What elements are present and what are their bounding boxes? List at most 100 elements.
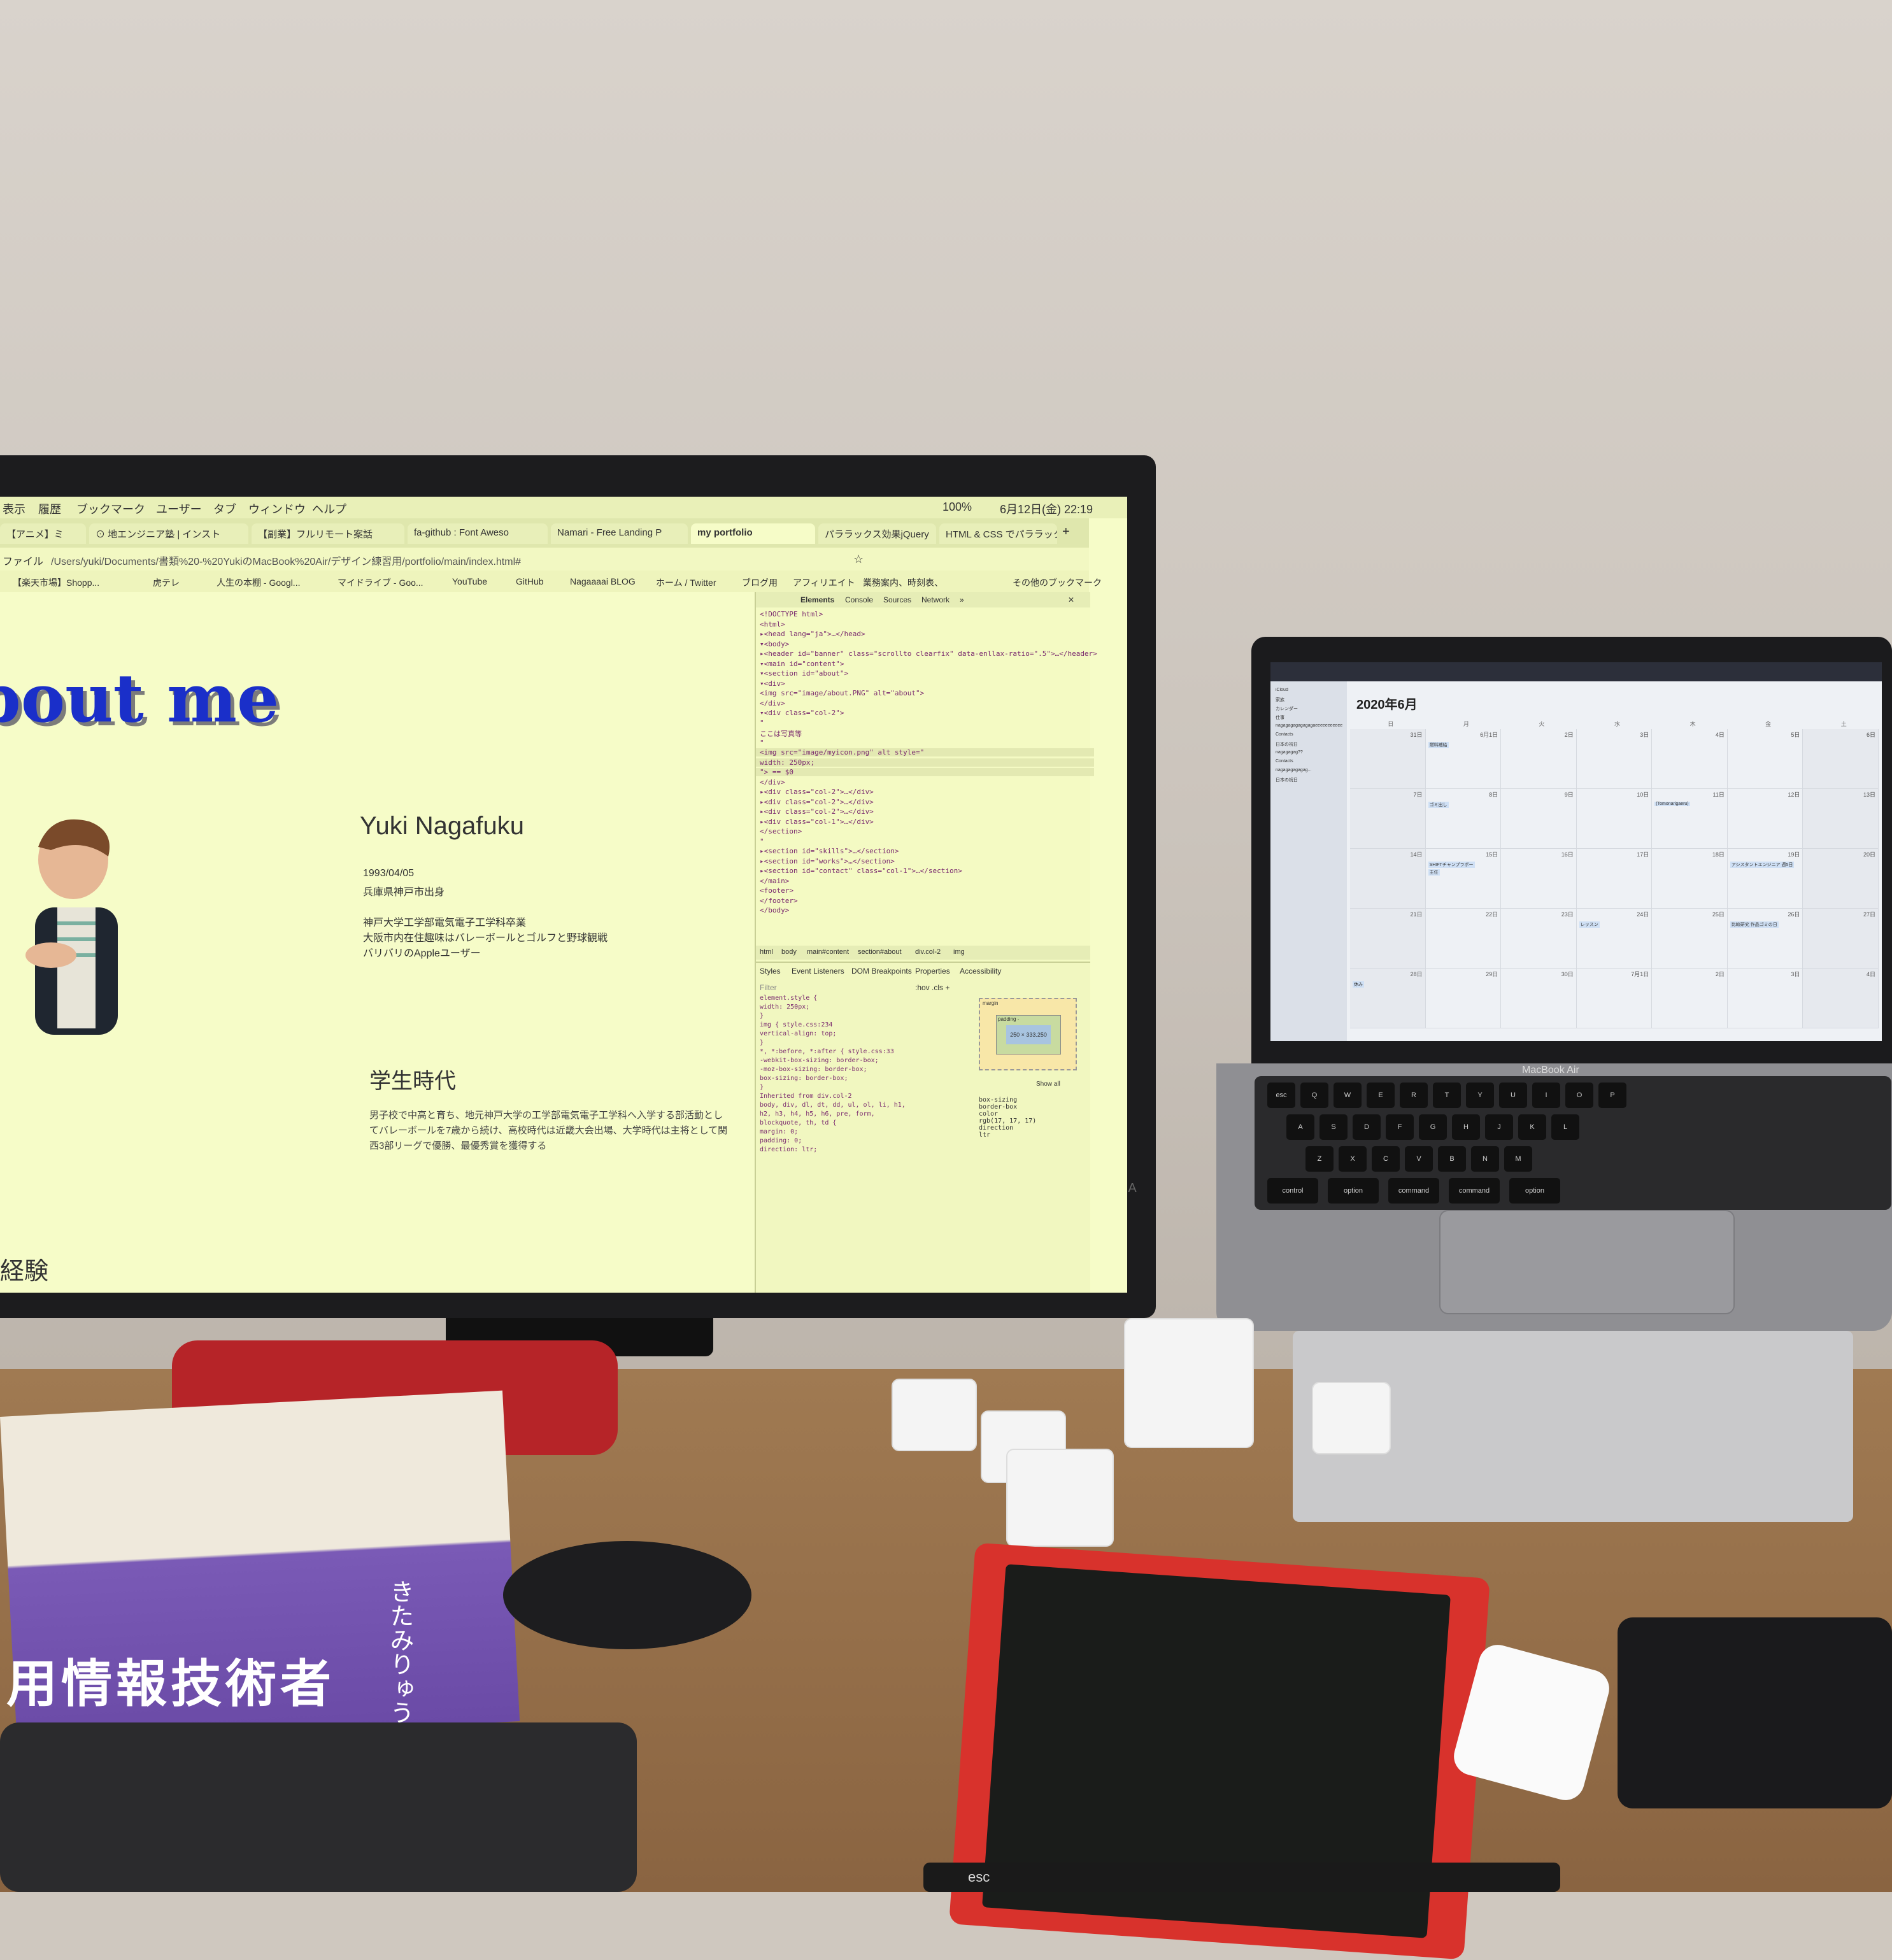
keyboard-key[interactable]: X: [1339, 1146, 1367, 1172]
tab-dom-breakpoints[interactable]: DOM Breakpoints: [851, 967, 912, 976]
calendar-day-cell[interactable]: 9日: [1501, 789, 1577, 849]
keyboard-key[interactable]: W: [1334, 1083, 1362, 1108]
dom-node-line[interactable]: </footer>: [760, 897, 798, 905]
bookmark-folder[interactable]: アフィリエイト: [793, 576, 855, 589]
style-rule-line[interactable]: blockquote, th, td {: [760, 1119, 836, 1126]
dom-node-line[interactable]: ▸<div class="col-2">…</div>: [760, 807, 874, 816]
style-rule-line[interactable]: -moz-box-sizing: border-box;: [760, 1066, 867, 1073]
computed-prop[interactable]: direction: [979, 1125, 1036, 1132]
keyboard-key[interactable]: U: [1499, 1083, 1527, 1108]
keyboard-key[interactable]: D: [1353, 1114, 1381, 1140]
dom-node-line[interactable]: ": [760, 739, 764, 747]
calendar-day-cell[interactable]: 25日: [1652, 909, 1728, 969]
tab-styles[interactable]: Styles: [760, 967, 781, 976]
style-rule-line[interactable]: width: 250px;: [760, 1004, 809, 1011]
dom-node-line[interactable]: width: 250px;: [756, 758, 1094, 767]
style-rule-line[interactable]: padding: 0;: [760, 1137, 802, 1144]
bookmark[interactable]: 虎テレ: [153, 576, 180, 589]
calendar-event[interactable]: アシスタントエンジニア 週5日: [1730, 862, 1795, 868]
keyboard-key[interactable]: P: [1598, 1083, 1626, 1108]
show-all-checkbox[interactable]: Show all: [1036, 1081, 1060, 1088]
breadcrumb[interactable]: main#content: [807, 948, 849, 956]
calendar-day-cell[interactable]: 18日: [1652, 849, 1728, 909]
calendar-list-item[interactable]: nagagagagagagagaeeeeeeeeeee: [1276, 723, 1346, 728]
menu-item[interactable]: ヘルプ: [312, 501, 346, 517]
keyboard-key[interactable]: R: [1400, 1083, 1428, 1108]
calendar-day-cell[interactable]: 6月1日: [1425, 729, 1502, 789]
styles-filter-input[interactable]: Filter: [760, 983, 777, 992]
calendar-day-cell[interactable]: 19日: [1727, 849, 1803, 909]
new-tab-icon[interactable]: +: [1062, 525, 1070, 539]
calendar-day-cell[interactable]: 2日: [1652, 969, 1728, 1028]
dom-node-line[interactable]: ▾<div>: [760, 679, 785, 688]
bookmark[interactable]: Nagaaaai BLOG: [570, 576, 636, 586]
style-rule-line[interactable]: h2, h3, h4, h5, h6, pre, form,: [760, 1111, 875, 1118]
hov-cls-toggle[interactable]: :hov .cls +: [915, 983, 950, 992]
keyboard-key[interactable]: Q: [1300, 1083, 1328, 1108]
calendar-day-cell[interactable]: 27日: [1803, 909, 1879, 969]
browser-tab[interactable]: ⊙ 地エンジニア塾 | インスト: [89, 523, 248, 544]
calendar-day-cell[interactable]: 30日: [1501, 969, 1577, 1028]
tab-more[interactable]: »: [960, 595, 964, 604]
address-url[interactable]: /Users/yuki/Documents/書類%20-%20YukiのMacB…: [51, 553, 521, 568]
dom-node-line[interactable]: <footer>: [760, 886, 793, 895]
calendar-day-cell[interactable]: 2日: [1501, 729, 1577, 789]
dom-node-line[interactable]: ▾<body>: [760, 640, 789, 648]
style-rule-line[interactable]: -webkit-box-sizing: border-box;: [760, 1057, 879, 1064]
keyboard-key[interactable]: Z: [1305, 1146, 1334, 1172]
calendar-day-cell[interactable]: 13日: [1803, 789, 1879, 849]
calendar-day-cell[interactable]: 7月1日: [1576, 969, 1653, 1028]
keyboard-key[interactable]: F: [1386, 1114, 1414, 1140]
calendar-day-cell[interactable]: 15日: [1425, 849, 1502, 909]
calendar-day-cell[interactable]: 6日: [1803, 729, 1879, 789]
keyboard-key[interactable]: M: [1504, 1146, 1532, 1172]
keyboard-key[interactable]: I: [1532, 1083, 1560, 1108]
calendar-list-item[interactable]: 日本の祝日: [1276, 741, 1346, 748]
style-rule-line[interactable]: Inherited from div.col-2: [760, 1093, 852, 1100]
keyboard-key[interactable]: O: [1565, 1083, 1593, 1108]
dom-node-line[interactable]: ▸<section id="works">…</section>: [760, 857, 895, 865]
keyboard-key[interactable]: command: [1449, 1178, 1500, 1204]
calendar-day-cell[interactable]: 3日: [1727, 969, 1803, 1028]
calendar-day-cell[interactable]: 16日: [1501, 849, 1577, 909]
keyboard-key[interactable]: J: [1485, 1114, 1513, 1140]
dom-node-line[interactable]: </div>: [760, 778, 785, 786]
calendar-event[interactable]: 休み: [1353, 981, 1364, 988]
style-rule-line[interactable]: img { style.css:234: [760, 1021, 832, 1028]
calendar-list-item[interactable]: Contacts: [1276, 759, 1346, 763]
calendar-day-cell[interactable]: 17日: [1576, 849, 1653, 909]
calendar-day-cell[interactable]: 20日: [1803, 849, 1879, 909]
keyboard-key[interactable]: Y: [1466, 1083, 1494, 1108]
calendar-list-item[interactable]: 日本の祝日: [1276, 777, 1346, 783]
calendar-event[interactable]: 比較研究 作品ゴミの日: [1730, 921, 1779, 928]
breadcrumb[interactable]: div.col-2: [915, 948, 941, 956]
calendar-event[interactable]: 主任: [1428, 869, 1440, 876]
dom-node-line[interactable]: </div>: [760, 699, 785, 707]
menu-item[interactable]: ブックマーク: [76, 501, 145, 517]
tab-event-listeners[interactable]: Event Listeners: [792, 967, 844, 976]
dom-node-line[interactable]: ": [760, 719, 764, 727]
keyboard-key[interactable]: V: [1405, 1146, 1433, 1172]
calendar-day-cell[interactable]: 24日: [1576, 909, 1653, 969]
dom-node-line[interactable]: ▸<div class="col-2">…</div>: [760, 798, 874, 806]
browser-tab[interactable]: Namari - Free Landing P: [551, 523, 688, 544]
dom-node-line[interactable]: <img src="image/myicon.png" alt style=": [756, 748, 1094, 756]
keyboard-key[interactable]: S: [1319, 1114, 1348, 1140]
dom-node-line[interactable]: <img src="image/about.PNG" alt="about">: [760, 689, 924, 697]
tab-sources[interactable]: Sources: [883, 595, 911, 604]
calendar-day-cell[interactable]: 14日: [1350, 849, 1426, 909]
style-rule-line[interactable]: margin: 0;: [760, 1128, 798, 1135]
keyboard-key[interactable]: command: [1388, 1178, 1439, 1204]
dom-node-line[interactable]: ▸<div class="col-1">…</div>: [760, 818, 874, 826]
browser-tab[interactable]: 【アニメ】ミ: [0, 523, 86, 544]
calendar-day-cell[interactable]: 28日: [1350, 969, 1426, 1028]
browser-tab[interactable]: パララックス効果jQuery: [818, 523, 936, 544]
bookmark[interactable]: ホーム / Twitter: [656, 576, 716, 589]
tab-properties[interactable]: Properties: [915, 967, 950, 976]
keyboard-key[interactable]: control: [1267, 1178, 1318, 1204]
breadcrumb[interactable]: html: [760, 948, 773, 956]
keyboard-key[interactable]: C: [1372, 1146, 1400, 1172]
keyboard-key[interactable]: option: [1328, 1178, 1379, 1204]
browser-tab[interactable]: 【副業】フルリモート案話: [252, 523, 404, 544]
calendar-day-cell[interactable]: 3日: [1576, 729, 1653, 789]
